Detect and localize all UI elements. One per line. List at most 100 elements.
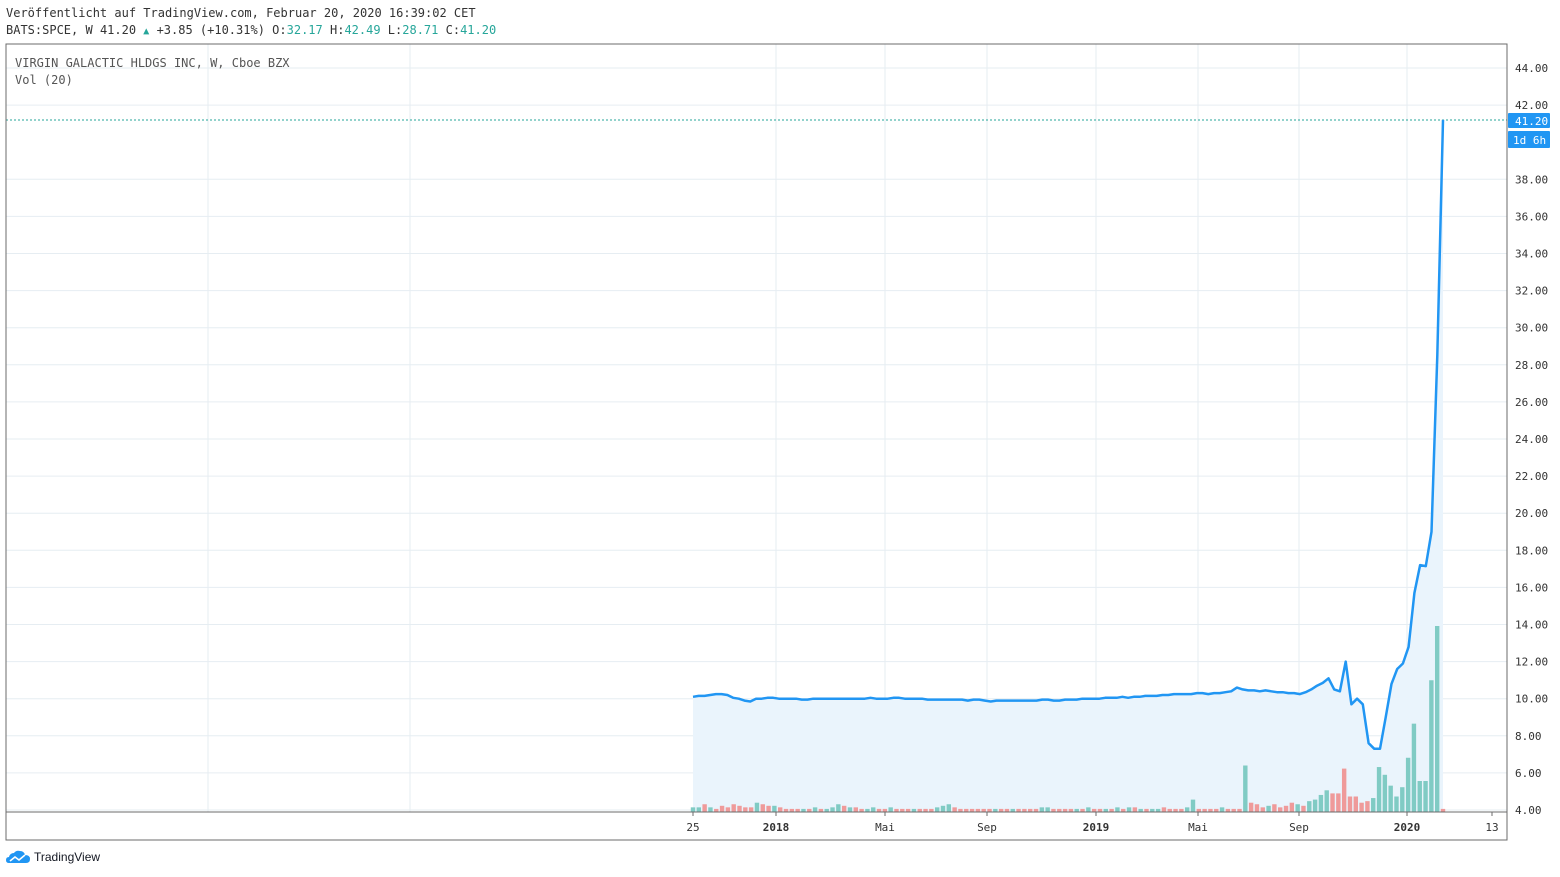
y-tick-label: 22.00: [1515, 470, 1548, 483]
y-tick-label: 28.00: [1515, 359, 1548, 372]
volume-bar: [1243, 765, 1248, 812]
y-axis-ticks: 44.00 42.00 38.00 36.00 34.00 32.00 30.00 28.00…: [1515, 62, 1548, 817]
price-badge-text: 41.20: [1515, 115, 1548, 128]
volume-bar: [1283, 805, 1289, 812]
volume-bar: [1126, 807, 1132, 812]
volume-bar: [1254, 804, 1260, 812]
volume-bar: [719, 805, 725, 812]
y-tick-label: 4.00: [1515, 804, 1542, 817]
volume-bar: [748, 807, 754, 812]
volume-bar: [1045, 807, 1050, 812]
volume-bar: [725, 807, 731, 812]
volume-bar: [1161, 807, 1167, 812]
volume-bar: [940, 805, 946, 812]
volume-bar: [1132, 807, 1138, 812]
price-badge: 41.20: [1508, 113, 1550, 128]
volume-bar: [812, 807, 818, 812]
price-area: [693, 119, 1443, 812]
volume-bar: [847, 807, 853, 812]
volume-bar: [1260, 807, 1265, 812]
volume-bar: [952, 807, 957, 812]
volume-bar: [766, 805, 771, 812]
x-tick-label: 25: [686, 821, 699, 834]
y-tick-label: 8.00: [1515, 730, 1542, 743]
volume-bar: [1295, 804, 1300, 812]
volume-bar: [1184, 807, 1190, 812]
legend-title: VIRGIN GALACTIC HLDGS INC, W, Cboe BZX: [15, 56, 290, 70]
volume-bar: [830, 807, 835, 812]
x-tick-label: 13: [1485, 821, 1498, 834]
price-chart[interactable]: 44.00 42.00 38.00 36.00 34.00 32.00 30.00 28.00…: [0, 0, 1560, 877]
y-tick-label: 10.00: [1515, 693, 1548, 706]
x-axis-ticks: 25 2018 Mai Sep 2019 Mai Sep 2020 13: [686, 812, 1499, 834]
volume-bar: [1039, 807, 1045, 812]
volume-bar: [934, 807, 940, 812]
volume-bar: [1278, 807, 1283, 812]
volume-bar: [1289, 802, 1295, 812]
volume-bar: [696, 807, 702, 812]
y-tick-label: 12.00: [1515, 656, 1548, 669]
volume-bar: [1353, 796, 1358, 812]
volume-bar: [708, 807, 713, 812]
volume-bar: [1086, 807, 1091, 812]
volume-bar: [737, 805, 742, 812]
x-tick-label: 2020: [1394, 821, 1421, 834]
volume-bar: [754, 802, 760, 812]
volume-bar: [1190, 799, 1196, 812]
volume-bar: [1388, 785, 1393, 812]
volume-bar: [1115, 807, 1120, 812]
y-tick-label: 34.00: [1515, 248, 1548, 261]
volume-bar: [1359, 802, 1364, 812]
volume-bar: [1341, 768, 1347, 812]
y-tick-label: 20.00: [1515, 507, 1548, 520]
volume-bar: [1417, 781, 1422, 812]
x-tick-label: Sep: [1289, 821, 1309, 834]
y-tick-label: 44.00: [1515, 62, 1548, 75]
volume-bar: [760, 804, 765, 812]
volume-bar: [1347, 796, 1353, 812]
volume-bar: [1301, 805, 1306, 812]
countdown-badge-text: 1d 6h: [1513, 134, 1546, 147]
x-tick-label: 2019: [1083, 821, 1110, 834]
x-tick-label: Mai: [1188, 821, 1208, 834]
volume-bar: [1405, 757, 1411, 812]
volume-bar: [743, 807, 748, 812]
volume-bar: [1318, 794, 1324, 812]
volume-bar: [1336, 793, 1341, 812]
brand-name: TradingView: [34, 850, 101, 864]
volume-bar: [702, 804, 707, 812]
volume-bar: [1307, 801, 1312, 812]
x-tick-label: Mai: [875, 821, 895, 834]
price-line: [692, 119, 1445, 751]
volume-bar: [1330, 793, 1335, 812]
countdown-badge: 1d 6h: [1508, 131, 1550, 148]
tradingview-logo[interactable]: TradingView: [6, 850, 100, 864]
x-tick-label: Sep: [977, 821, 997, 834]
volume-bar: [836, 804, 841, 812]
volume-bar: [1423, 781, 1428, 812]
volume-bar: [1376, 767, 1382, 812]
volume-bar: [1266, 805, 1271, 812]
y-tick-label: 16.00: [1515, 581, 1548, 594]
volume-bar: [1371, 798, 1376, 812]
volume-bar: [1394, 796, 1399, 812]
y-tick-label: 30.00: [1515, 322, 1548, 335]
volume-bar: [871, 807, 876, 812]
volume-bar: [772, 805, 777, 812]
volume-bar: [1411, 723, 1417, 812]
y-tick-label: 26.00: [1515, 396, 1548, 409]
y-tick-label: 14.00: [1515, 619, 1548, 632]
volume-bar: [888, 807, 893, 812]
y-tick-label: 36.00: [1515, 210, 1548, 223]
volume-bar: [1382, 774, 1388, 812]
volume-bar: [1272, 804, 1277, 812]
x-tick-label: 2018: [763, 821, 790, 834]
volume-bar: [1434, 626, 1440, 812]
volume-bar: [946, 804, 952, 812]
y-tick-label: 32.00: [1515, 285, 1548, 298]
volume-bar: [1365, 801, 1370, 812]
legend-volume: Vol (20): [15, 73, 73, 87]
volume-bar: [853, 807, 858, 812]
volume-bar: [1219, 807, 1225, 812]
y-tick-label: 38.00: [1515, 173, 1548, 186]
